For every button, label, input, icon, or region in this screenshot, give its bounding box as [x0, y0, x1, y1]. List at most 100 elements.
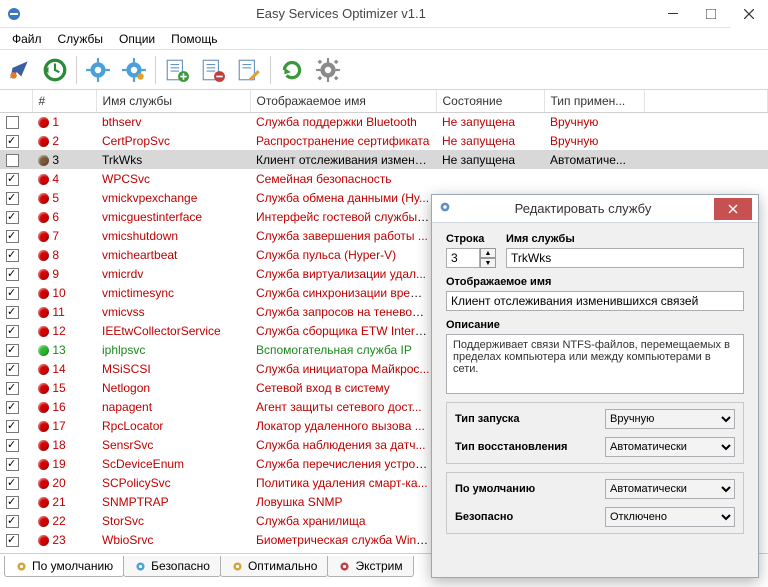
tool-gear1-icon[interactable] [81, 53, 115, 87]
description-box[interactable]: Поддерживает связи NTFS-файлов, перемеща… [446, 334, 744, 394]
spin-up-icon[interactable]: ▲ [480, 248, 496, 258]
line-spinbox[interactable]: ▲▼ [446, 248, 496, 268]
service-name: vmicheartbeat [102, 248, 177, 262]
row-checkbox[interactable] [6, 496, 19, 509]
spin-down-icon[interactable]: ▼ [480, 258, 496, 268]
recovery-type-select[interactable]: Автоматически [605, 437, 735, 457]
row-number: 13 [52, 343, 65, 357]
safe-profile-select[interactable]: Отключено [605, 507, 735, 527]
startup-type-select[interactable]: Вручную [605, 409, 735, 429]
status-dot-icon [38, 497, 49, 508]
row-number: 23 [52, 533, 65, 547]
menu-file[interactable]: Файл [4, 30, 50, 48]
row-checkbox[interactable] [6, 211, 19, 224]
gear-icon [15, 560, 28, 573]
status-dot-icon [38, 326, 49, 337]
row-checkbox[interactable] [6, 344, 19, 357]
service-name-input[interactable] [506, 248, 744, 268]
display-name-input[interactable] [446, 291, 744, 311]
table-row[interactable]: 3TrkWksКлиент отслеживания изменив...Не … [0, 150, 768, 169]
row-checkbox[interactable] [6, 230, 19, 243]
col-name[interactable]: Имя службы [96, 90, 250, 112]
dialog-titlebar[interactable]: Редактировать службу [432, 195, 758, 223]
service-name: CertPropSvc [102, 134, 170, 148]
minimize-button[interactable] [654, 0, 692, 28]
status-dot-icon [38, 421, 49, 432]
row-checkbox[interactable] [6, 287, 19, 300]
line-input[interactable] [446, 248, 480, 268]
tab-safe[interactable]: Безопасно [123, 556, 221, 577]
row-checkbox[interactable] [6, 325, 19, 338]
row-checkbox[interactable] [6, 268, 19, 281]
col-number[interactable]: # [32, 90, 96, 112]
recovery-type-label: Тип восстановления [455, 441, 605, 453]
row-checkbox[interactable] [6, 249, 19, 262]
tab-default[interactable]: По умолчанию [4, 556, 124, 577]
tab-optimal[interactable]: Оптимально [220, 556, 329, 577]
row-checkbox[interactable] [6, 458, 19, 471]
service-display-name: Биометрическая служба Wind... [256, 533, 433, 547]
col-checkbox[interactable] [0, 90, 32, 112]
menu-services[interactable]: Службы [50, 30, 111, 48]
row-checkbox[interactable] [6, 154, 19, 167]
menu-help[interactable]: Помощь [163, 30, 225, 48]
tool-list-edit-icon[interactable] [232, 53, 266, 87]
service-state: Не запущена [442, 115, 515, 129]
row-checkbox[interactable] [6, 173, 19, 186]
service-state: Не запущена [442, 153, 515, 167]
row-checkbox[interactable] [6, 306, 19, 319]
maximize-button[interactable] [692, 0, 730, 28]
row-checkbox[interactable] [6, 420, 19, 433]
tool-list-add-icon[interactable] [160, 53, 194, 87]
col-start[interactable]: Тип примен... [544, 90, 644, 112]
row-checkbox[interactable] [6, 363, 19, 376]
service-display-name: Локатор удаленного вызова ... [256, 419, 425, 433]
service-display-name: Служба инициатора Майкрос... [256, 362, 429, 376]
tool-rocket-icon[interactable] [2, 53, 36, 87]
status-dot-icon [38, 231, 49, 242]
col-state[interactable]: Состояние [436, 90, 544, 112]
service-name: vmicvss [102, 305, 145, 319]
service-name: ScDeviceEnum [102, 457, 184, 471]
table-row[interactable]: 2CertPropSvcРаспространение сертификатаН… [0, 131, 768, 150]
row-checkbox[interactable] [6, 439, 19, 452]
row-checkbox[interactable] [6, 477, 19, 490]
gear-icon [134, 560, 147, 573]
table-row[interactable]: 4WPCSvcСемейная безопасность [0, 169, 768, 188]
status-dot-icon [38, 136, 49, 147]
startup-type-label: Тип запуска [455, 413, 605, 425]
tab-safe-label: Безопасно [151, 559, 210, 573]
default-profile-select[interactable]: Автоматически [605, 479, 735, 499]
status-dot-icon [38, 440, 49, 451]
service-name: SNMPTRAP [102, 495, 169, 509]
service-display-name: Политика удаления смарт-ка... [256, 476, 428, 490]
row-checkbox[interactable] [6, 534, 19, 547]
row-checkbox[interactable] [6, 116, 19, 129]
menu-options[interactable]: Опции [111, 30, 163, 48]
row-checkbox[interactable] [6, 515, 19, 528]
service-display-name: Клиент отслеживания изменив... [256, 153, 436, 167]
tab-extreme[interactable]: Экстрим [327, 556, 413, 577]
row-number: 18 [52, 438, 65, 452]
table-row[interactable]: 1bthservСлужба поддержки BluetoothНе зап… [0, 112, 768, 131]
row-checkbox[interactable] [6, 135, 19, 148]
close-button[interactable] [730, 0, 768, 28]
tool-gear2-icon[interactable] [117, 53, 151, 87]
tool-list-remove-icon[interactable] [196, 53, 230, 87]
col-display[interactable]: Отображаемое имя [250, 90, 436, 112]
service-name: vmicshutdown [102, 229, 178, 243]
tool-restore-icon[interactable] [38, 53, 72, 87]
row-checkbox[interactable] [6, 382, 19, 395]
row-checkbox[interactable] [6, 401, 19, 414]
row-number: 20 [52, 476, 65, 490]
display-name-label: Отображаемое имя [446, 276, 744, 288]
gear-icon [231, 560, 244, 573]
service-name: MSiSCSI [102, 362, 151, 376]
tool-refresh-icon[interactable] [275, 53, 309, 87]
dialog-close-button[interactable] [714, 198, 752, 220]
service-display-name: Сетевой вход в систему [256, 381, 390, 395]
service-name: StorSvc [102, 514, 144, 528]
row-checkbox[interactable] [6, 192, 19, 205]
row-number: 16 [52, 400, 65, 414]
tool-settings-icon[interactable] [311, 53, 345, 87]
